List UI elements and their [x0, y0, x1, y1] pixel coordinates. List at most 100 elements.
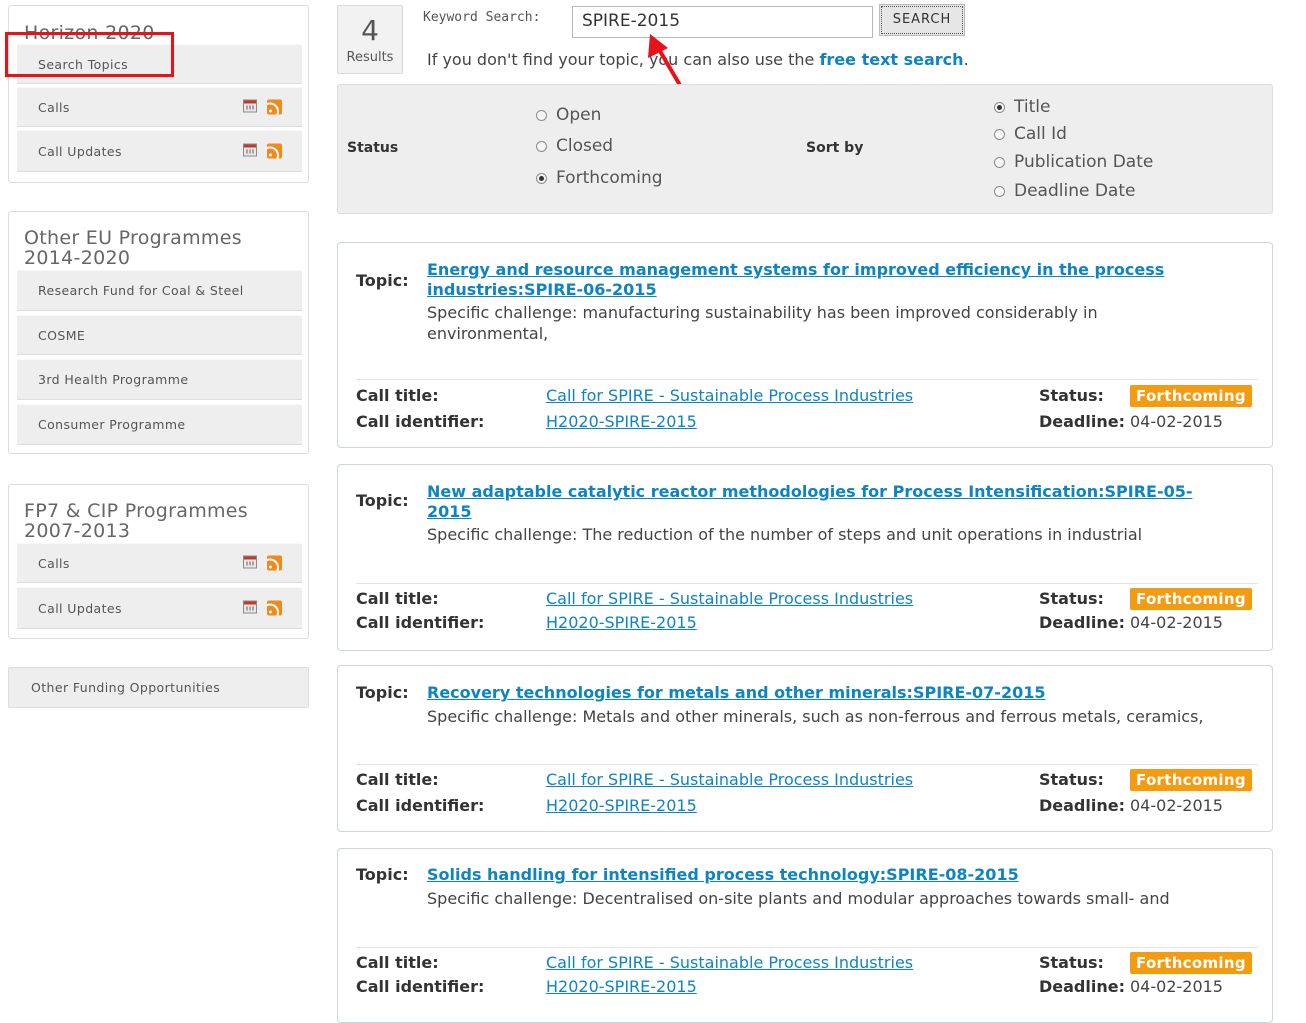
keyword-search-label: Keyword Search: [423, 10, 541, 25]
status-filter-label: Status [347, 140, 399, 156]
card-divider [356, 379, 1258, 380]
radio-title[interactable] [994, 101, 1005, 113]
call-identifier-link[interactable]: H2020-SPIRE-2015 [546, 613, 697, 632]
call-title-label: Call title: [356, 953, 439, 972]
filter-panel: Status Open Closed Forthcoming Sort by T… [337, 84, 1273, 214]
topic-title-link[interactable]: Recovery technologies for metals and oth… [427, 683, 1227, 703]
status-badge: Forthcoming [1130, 588, 1252, 610]
call-identifier-label: Call identifier: [356, 412, 485, 431]
status-label: Status: [1039, 770, 1104, 789]
card-divider [356, 764, 1258, 765]
fp7-cip-title: FP7 & CIP Programmes 2007-2013 [24, 500, 248, 542]
deadline-label: Deadline: [1039, 412, 1125, 431]
call-identifier-label: Call identifier: [356, 796, 485, 815]
sidebar-item-label: Consumer Programme [38, 417, 186, 432]
keyword-search-input[interactable]: SPIRE-2015 [572, 6, 873, 38]
sidebar-item-label: Calls [38, 555, 70, 571]
call-title-link[interactable]: Call for SPIRE - Sustainable Process Ind… [546, 386, 913, 405]
radio-publication-date[interactable] [994, 156, 1005, 168]
sidebar-item-call-updates[interactable]: Call Updates [17, 130, 302, 172]
annotation-highlight-box [5, 32, 174, 77]
deadline-value: 04-02-2015 [1130, 977, 1223, 996]
call-identifier-link[interactable]: H2020-SPIRE-2015 [546, 796, 697, 815]
status-badge: Forthcoming [1130, 385, 1252, 407]
sidebar-item-other-funding[interactable]: Other Funding Opportunities [8, 667, 309, 708]
sidebar-item-fp7-calls[interactable]: Calls [17, 543, 302, 583]
call-title-label: Call title: [356, 386, 439, 405]
deadline-label: Deadline: [1039, 796, 1125, 815]
topic-label: Topic: [356, 683, 409, 702]
results-count: 4 [361, 14, 379, 47]
sidebar-item-cosme[interactable]: COSME [17, 315, 302, 355]
sidebar-item-fp7-call-updates[interactable]: Call Updates [17, 587, 302, 629]
status-option-forthcoming[interactable]: Forthcoming [536, 168, 663, 188]
deadline-label: Deadline: [1039, 613, 1125, 632]
call-title-link[interactable]: Call for SPIRE - Sustainable Process Ind… [546, 953, 913, 972]
free-text-search-link[interactable]: free text search [819, 50, 963, 69]
sidebar-item-label: Research Fund for Coal & Steel [38, 283, 244, 298]
call-title-link[interactable]: Call for SPIRE - Sustainable Process Ind… [546, 770, 913, 789]
rss-feed-icon[interactable] [267, 600, 282, 616]
call-title-link[interactable]: Call for SPIRE - Sustainable Process Ind… [546, 589, 913, 608]
free-text-hint: If you don't find your topic, you can al… [427, 50, 969, 69]
other-eu-programmes-title: Other EU Programmes 2014-2020 [24, 227, 242, 269]
sort-option-deadline-date[interactable]: Deadline Date [994, 181, 1135, 201]
topic-card: Topic: Recovery technologies for metals … [337, 665, 1273, 832]
sidebar-item-label: Other Funding Opportunities [31, 680, 221, 695]
status-label: Status: [1039, 589, 1104, 608]
sort-option-call-id[interactable]: Call Id [994, 124, 1067, 144]
deadline-label: Deadline: [1039, 977, 1125, 996]
call-identifier-label: Call identifier: [356, 977, 485, 996]
topic-challenge: Specific challenge: The reduction of the… [427, 525, 1143, 544]
search-button[interactable]: SEARCH [879, 4, 965, 36]
topic-label: Topic: [356, 865, 409, 884]
deadline-value: 04-02-2015 [1130, 796, 1223, 815]
sidebar-item-health-programme[interactable]: 3rd Health Programme [17, 359, 302, 400]
sidebar-item-research-fund[interactable]: Research Fund for Coal & Steel [17, 270, 302, 311]
status-label: Status: [1039, 386, 1104, 405]
status-option-closed[interactable]: Closed [536, 136, 613, 156]
calendar-icon[interactable] [243, 555, 257, 569]
call-identifier-link[interactable]: H2020-SPIRE-2015 [546, 412, 697, 431]
topic-card: Topic: Solids handling for intensified p… [337, 848, 1273, 1023]
call-identifier-label: Call identifier: [356, 613, 485, 632]
calendar-icon[interactable] [243, 600, 257, 614]
topic-challenge: Specific challenge: Metals and other min… [427, 707, 1204, 726]
rss-feed-icon[interactable] [267, 143, 282, 159]
topic-title-link[interactable]: Energy and resource management systems f… [427, 260, 1227, 300]
radio-forthcoming[interactable] [536, 172, 547, 184]
sidebar-item-label: 3rd Health Programme [38, 372, 189, 387]
sort-option-title[interactable]: Title [994, 97, 1050, 117]
calendar-icon[interactable] [243, 99, 257, 113]
call-title-label: Call title: [356, 589, 439, 608]
deadline-value: 04-02-2015 [1130, 412, 1223, 431]
call-identifier-link[interactable]: H2020-SPIRE-2015 [546, 977, 697, 996]
topic-card: Topic: Energy and resource management sy… [337, 242, 1273, 448]
radio-closed[interactable] [536, 140, 547, 152]
call-title-label: Call title: [356, 770, 439, 789]
sidebar-item-label: COSME [38, 327, 86, 343]
sidebar-item-label: Calls [38, 99, 70, 115]
status-option-open[interactable]: Open [536, 105, 601, 125]
radio-call-id[interactable] [994, 128, 1005, 140]
radio-deadline-date[interactable] [994, 185, 1005, 197]
other-eu-programmes-panel: Other EU Programmes 2014-2020 Research F… [8, 211, 309, 454]
sidebar-item-consumer-programme[interactable]: Consumer Programme [17, 404, 302, 445]
rss-feed-icon[interactable] [267, 99, 282, 115]
topic-title-link[interactable]: Solids handling for intensified process … [427, 865, 1227, 885]
topic-label: Topic: [356, 271, 409, 290]
status-badge: Forthcoming [1130, 952, 1252, 974]
calendar-icon[interactable] [243, 143, 257, 157]
fp7-cip-panel: FP7 & CIP Programmes 2007-2013 Calls Cal… [8, 484, 309, 639]
sort-option-publication-date[interactable]: Publication Date [994, 152, 1153, 172]
status-label: Status: [1039, 953, 1104, 972]
topic-card: Topic: New adaptable catalytic reactor m… [337, 464, 1273, 651]
card-divider [356, 583, 1258, 584]
sidebar-item-calls[interactable]: Calls [17, 87, 302, 127]
sort-by-label: Sort by [806, 140, 864, 156]
status-badge: Forthcoming [1130, 769, 1252, 791]
rss-feed-icon[interactable] [267, 555, 282, 571]
topic-title-link[interactable]: New adaptable catalytic reactor methodol… [427, 482, 1227, 522]
radio-open[interactable] [536, 109, 547, 121]
deadline-value: 04-02-2015 [1130, 613, 1223, 632]
